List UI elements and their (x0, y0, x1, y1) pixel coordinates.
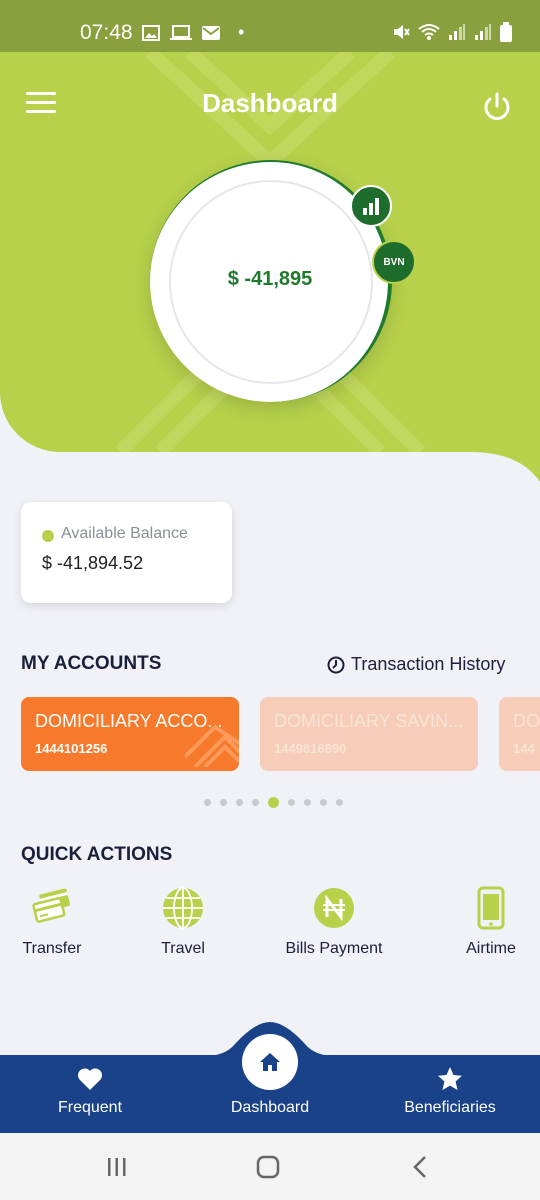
home-button[interactable] (242, 1034, 298, 1090)
pager-dot[interactable] (320, 799, 327, 806)
pager-dot-active[interactable] (268, 797, 279, 808)
stats-button[interactable] (350, 185, 392, 227)
naira-icon (314, 888, 354, 928)
nav-label: Frequent (57, 1099, 123, 1116)
nav-label: Beneficiaries (404, 1099, 496, 1116)
star-icon (438, 1067, 462, 1090)
pager-dot[interactable] (304, 799, 311, 806)
status-dot (42, 530, 54, 542)
bvn-button[interactable]: BVN (372, 240, 416, 284)
status-bar: 07:48 • (0, 0, 540, 52)
quick-action-travel[interactable]: Travel (128, 886, 238, 966)
mail-icon (202, 25, 220, 40)
back-chevron-icon (413, 1156, 426, 1178)
transaction-history-label: Transaction History (351, 654, 506, 674)
my-accounts-title: MY ACCOUNTS (21, 653, 162, 674)
pager-dot[interactable] (336, 799, 343, 806)
mute-icon (394, 25, 410, 39)
card-pattern (185, 724, 239, 767)
system-nav-bar (0, 1133, 540, 1200)
available-balance-card: Available Balance $ -41,894.52 (21, 502, 232, 603)
quick-action-label: Transfer (22, 940, 82, 957)
gallery-icon (142, 24, 160, 41)
account-card[interactable]: DOMICILIARY ACCO... 1444101256 (21, 697, 239, 771)
nav-item-beneficiaries[interactable]: Beneficiaries (360, 1065, 540, 1117)
signal-icon-2 (475, 24, 491, 40)
quick-action-bills-payment[interactable]: Bills Payment (279, 886, 389, 966)
back-button[interactable] (405, 1153, 435, 1181)
cards-icon (32, 888, 71, 923)
bar-chart-icon (363, 198, 379, 215)
account-number: 144 (513, 741, 535, 756)
nav-label: Dashboard (230, 1099, 310, 1116)
account-card[interactable]: DOMICILIARY SAVIN... 1449816890 (260, 697, 478, 771)
status-time: 07:48 (80, 21, 133, 44)
status-dot: • (238, 22, 245, 42)
quick-action-label: Travel (161, 940, 205, 957)
clock-icon (327, 656, 345, 673)
home-square-icon (256, 1155, 280, 1179)
home-system-button[interactable] (253, 1153, 283, 1181)
wifi-icon (418, 24, 440, 40)
pager-dot[interactable] (220, 799, 227, 806)
quick-action-label: Bills Payment (285, 940, 383, 957)
phone-icon (477, 886, 505, 930)
recents-button[interactable] (102, 1153, 132, 1181)
globe-icon (163, 887, 203, 929)
account-number: 1444101256 (35, 741, 108, 756)
pager-dot[interactable] (252, 799, 259, 806)
quick-action-airtime[interactable]: Airtime (436, 886, 540, 966)
pager-dot[interactable] (204, 799, 211, 806)
recents-icon (108, 1158, 126, 1176)
available-balance-value: $ -41,894.52 (42, 553, 144, 573)
account-card[interactable]: DO 144 (499, 697, 540, 771)
carousel-pager (204, 797, 343, 808)
power-icon[interactable] (480, 90, 514, 124)
available-balance-label: Available Balance (61, 525, 188, 542)
pager-dot[interactable] (236, 799, 243, 806)
nav-item-dashboard[interactable]: Dashboard (180, 1099, 360, 1117)
laptop-icon (170, 24, 192, 40)
balance-amount: $ -41,895 (227, 268, 313, 290)
page-title: Dashboard (202, 88, 338, 118)
transaction-history-link[interactable]: Transaction History (327, 654, 505, 675)
nav-item-frequent[interactable]: Frequent (0, 1065, 180, 1117)
status-left-icons: • (142, 22, 244, 43)
home-icon (260, 1053, 280, 1071)
account-number: 1449816890 (274, 741, 347, 756)
pager-dot[interactable] (288, 799, 295, 806)
quick-action-transfer[interactable]: Transfer (0, 886, 107, 966)
account-name: DO (513, 711, 540, 731)
account-name: DOMICILIARY SAVIN... (274, 711, 464, 731)
heart-icon (77, 1068, 103, 1090)
status-right-icons (392, 22, 512, 42)
signal-icon (449, 24, 465, 40)
quick-actions-title: QUICK ACTIONS (21, 844, 173, 865)
quick-action-label: Airtime (466, 940, 516, 957)
battery-icon (500, 22, 512, 42)
